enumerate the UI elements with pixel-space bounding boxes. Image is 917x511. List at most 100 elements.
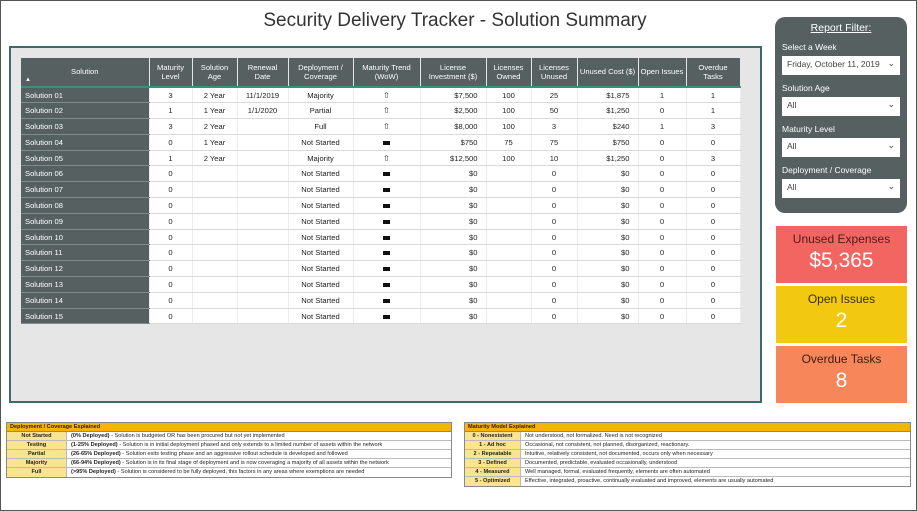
solution-name-cell: Solution 12 — [21, 260, 150, 278]
table-row[interactable]: Solution 05 1 2 Year Majority ⇧ $12,500 100 10 $… — [21, 150, 741, 167]
col-license-investment-header[interactable]: License Investment ($) — [420, 58, 487, 87]
table-row[interactable]: Solution 14 0 Not Started $0 0 $0 0 0 — [21, 292, 741, 309]
unused-cost-cell: $0 — [577, 260, 639, 278]
table-row[interactable]: Solution 06 0 Not Started $0 0 $0 0 0 — [21, 165, 741, 183]
table-row[interactable]: Solution 13 0 Not Started $0 0 $0 0 0 — [21, 276, 741, 293]
unused-cost-cell: $1,875 — [577, 87, 639, 104]
solution-age-cell: 2 Year — [192, 118, 238, 135]
table-row[interactable]: Solution 12 0 Not Started $0 0 $0 0 0 — [21, 260, 741, 278]
legend-key: Full — [7, 468, 67, 477]
legend-percent: (1-25% Deployed) — [71, 442, 118, 448]
legend-text: - Solution is in initial deployment phas… — [117, 442, 383, 448]
solution-age-dropdown[interactable]: All ⌄ — [782, 97, 900, 116]
maturity-trend-cell — [353, 181, 421, 199]
col-maturity-level-header[interactable]: Maturity Level — [149, 58, 193, 87]
unused-cost-cell: $240 — [577, 118, 639, 135]
week-dropdown[interactable]: Friday, October 11, 2019 ⌄ — [782, 56, 900, 75]
legend-key: 2 - Repeatable — [465, 450, 521, 458]
week-value: Friday, October 11, 2019 — [787, 59, 880, 69]
table-row[interactable]: Solution 02 1 1 Year 1/1/2020 Partial ⇧ $2,500… — [21, 102, 741, 120]
licenses-unused-cell: 0 — [531, 165, 578, 183]
solution-age-cell — [192, 213, 238, 230]
maturity-level-cell: 0 — [149, 276, 193, 293]
legend-percent: (26-65% Deployed) — [71, 451, 121, 457]
chevron-down-icon[interactable]: ⌄ — [887, 181, 895, 192]
chevron-down-icon[interactable]: ⌄ — [887, 99, 895, 110]
table-header-row: Solution ▲ Maturity Level Solution Age Re… — [21, 58, 741, 87]
trend-flat-icon — [383, 314, 390, 319]
license-investment-cell: $12,500 — [420, 150, 487, 167]
unused-expenses-label: Unused Expenses — [792, 232, 891, 246]
table-row[interactable]: Solution 01 3 2 Year 11/1/2019 Majority ⇧ $7,5… — [21, 87, 741, 104]
table-row[interactable]: Solution 15 0 Not Started $0 0 $0 0 0 — [21, 308, 741, 325]
col-maturity-trend-header[interactable]: Maturity Trend (WoW) — [353, 58, 421, 87]
open-issues-card[interactable]: Open Issues 2 — [776, 286, 907, 343]
licenses-unused-cell: 50 — [531, 102, 578, 120]
open-issues-cell: 0 — [638, 244, 687, 262]
licenses-unused-cell: 0 — [531, 308, 578, 325]
table-row[interactable]: Solution 10 0 Not Started $0 0 $0 0 0 — [21, 229, 741, 246]
unused-cost-cell: $0 — [577, 276, 639, 293]
sort-ascending-icon[interactable]: ▲ — [25, 77, 31, 85]
licenses-unused-cell: 0 — [531, 260, 578, 278]
solution-age-cell — [192, 260, 238, 278]
trend-up-arrow-icon: ⇧ — [383, 90, 390, 100]
col-solution-age-header[interactable]: Solution Age — [192, 58, 238, 87]
table-row[interactable]: Solution 08 0 Not Started $0 0 $0 0 0 — [21, 197, 741, 214]
license-investment-cell: $0 — [420, 165, 487, 183]
overdue-tasks-cell: 0 — [686, 181, 741, 199]
col-renewal-date-header[interactable]: Renewal Date — [237, 58, 289, 87]
chevron-down-icon[interactable]: ⌄ — [887, 140, 895, 151]
licenses-owned-cell — [486, 276, 532, 293]
legend-description: Not understood, not formalized. Need is … — [525, 433, 662, 439]
solution-table-panel: Solution ▲ Maturity Level Solution Age Re… — [9, 46, 762, 403]
overdue-tasks-cell: 0 — [686, 260, 741, 278]
licenses-unused-cell: 10 — [531, 150, 578, 167]
table-row[interactable]: Solution 09 0 Not Started $0 0 $0 0 0 — [21, 213, 741, 230]
maturity-trend-cell — [353, 213, 421, 230]
deployment-dropdown[interactable]: All ⌄ — [782, 179, 900, 198]
trend-flat-icon — [383, 235, 390, 240]
solution-name-cell: Solution 06 — [21, 165, 150, 183]
table-row[interactable]: Solution 04 0 1 Year Not Started $750 75 75 $75… — [21, 134, 741, 151]
maturity-level-dropdown[interactable]: All ⌄ — [782, 138, 900, 157]
legend-key: 5 - Optimized — [465, 477, 521, 486]
licenses-unused-cell: 0 — [531, 229, 578, 246]
col-licenses-unused-header[interactable]: Licenses Unused — [531, 58, 578, 87]
legend-text: - Solution is considered to be fully dep… — [115, 469, 365, 475]
license-investment-cell: $0 — [420, 181, 487, 199]
table-row[interactable]: Solution 07 0 Not Started $0 0 $0 0 0 — [21, 181, 741, 199]
license-investment-cell: $0 — [420, 197, 487, 214]
maturity-level-cell: 0 — [149, 165, 193, 183]
unused-expenses-card[interactable]: Unused Expenses $5,365 — [776, 226, 907, 283]
legend-row: Majority (66-94% Deployed) - Solution is … — [7, 459, 451, 468]
table-row[interactable]: Solution 03 3 2 Year Full ⇧ $8,000 100 3 $240 1 3 — [21, 118, 741, 135]
col-overdue-tasks-header[interactable]: Overdue Tasks — [686, 58, 741, 87]
overdue-tasks-card[interactable]: Overdue Tasks 8 — [776, 346, 907, 403]
unused-cost-cell: $0 — [577, 165, 639, 183]
report-filter-panel: Report Filter: Select a Week Friday, Oct… — [775, 17, 907, 213]
license-investment-cell: $0 — [420, 276, 487, 293]
unused-cost-cell: $1,250 — [577, 150, 639, 167]
renewal-date-cell — [237, 165, 289, 183]
col-licenses-owned-header[interactable]: Licenses Owned — [486, 58, 532, 87]
col-unused-cost-header[interactable]: Unused Cost ($) — [577, 58, 639, 87]
maturity-trend-cell — [353, 134, 421, 151]
chevron-down-icon[interactable]: ⌄ — [887, 58, 895, 69]
license-investment-cell: $0 — [420, 213, 487, 230]
maturity-trend-cell: ⇧ — [353, 150, 421, 167]
unused-cost-cell: $0 — [577, 181, 639, 199]
deployment-cell: Not Started — [288, 197, 354, 214]
maturity-level-cell: 0 — [149, 244, 193, 262]
licenses-unused-cell: 0 — [531, 213, 578, 230]
license-investment-cell: $0 — [420, 308, 487, 325]
col-open-issues-header[interactable]: Open Issues — [638, 58, 687, 87]
maturity-level-cell: 0 — [149, 213, 193, 230]
table-row[interactable]: Solution 11 0 Not Started $0 0 $0 0 0 — [21, 244, 741, 262]
overdue-tasks-cell: 0 — [686, 244, 741, 262]
col-solution-header[interactable]: Solution ▲ — [21, 58, 150, 87]
open-issues-cell: 0 — [638, 197, 687, 214]
renewal-date-cell — [237, 308, 289, 325]
solution-age-cell — [192, 292, 238, 309]
col-deployment-header[interactable]: Deployment / Coverage — [288, 58, 354, 87]
